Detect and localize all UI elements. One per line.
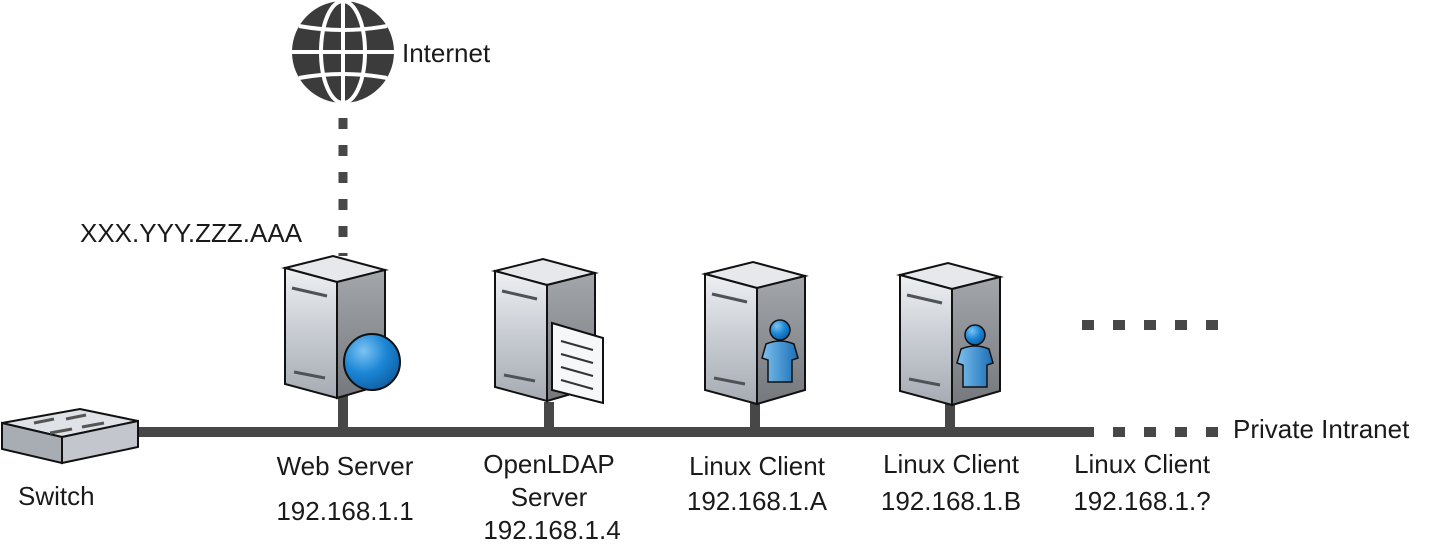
node-name: Web Server bbox=[277, 451, 414, 481]
node-ip: 192.168.1.1 bbox=[276, 496, 413, 526]
internet-label: Internet bbox=[402, 38, 491, 68]
node-ip: 192.168.1.A bbox=[687, 486, 828, 516]
globe-icon bbox=[292, 0, 394, 105]
public-ip-label: XXX.YYY.ZZZ.AAA bbox=[80, 218, 303, 248]
switch-icon bbox=[1, 407, 139, 465]
node-ip: 192.168.1.B bbox=[881, 486, 1021, 516]
node-ip: 192.168.1.4 bbox=[483, 515, 620, 545]
node-openldap-server: OpenLDAP Server 192.168.1.4 bbox=[483, 257, 621, 545]
node-name-line2: Server bbox=[511, 482, 588, 512]
node-ip: 192.168.1.? bbox=[1073, 486, 1210, 516]
node-web-server: Web Server 192.168.1.1 bbox=[276, 254, 414, 526]
node-linux-client-n: Linux Client 192.168.1.? bbox=[1073, 449, 1210, 516]
network-diagram: Internet XXX.YYY.ZZZ.AAA Private Intrane… bbox=[1, 0, 1410, 545]
node-name: Linux Client bbox=[689, 451, 826, 481]
switch-label: Switch bbox=[18, 481, 95, 511]
document-icon bbox=[551, 321, 604, 405]
node-name: OpenLDAP bbox=[483, 449, 615, 479]
node-linux-client-b: Linux Client 192.168.1.B bbox=[881, 261, 1021, 516]
node-linux-client-a: Linux Client 192.168.1.A bbox=[687, 260, 828, 516]
node-name: Linux Client bbox=[1074, 449, 1211, 479]
network-label: Private Intranet bbox=[1233, 414, 1410, 444]
globe-badge-icon bbox=[343, 333, 401, 391]
node-name: Linux Client bbox=[883, 449, 1020, 479]
